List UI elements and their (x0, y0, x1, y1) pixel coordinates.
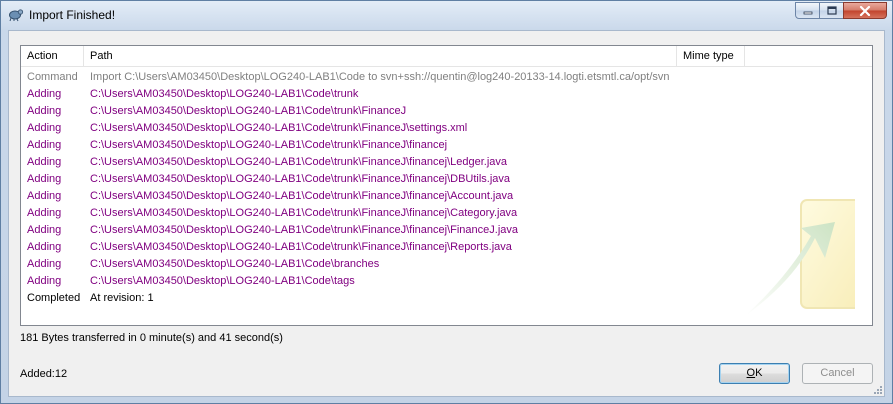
table-row[interactable]: Adding C:\Users\AM03450\Desktop\LOG240-L… (21, 137, 872, 154)
close-icon (859, 5, 871, 16)
table-row[interactable]: Completed At revision: 1 (21, 290, 872, 307)
ok-accelerator: O (746, 367, 756, 379)
row-path: At revision: 1 (90, 292, 154, 304)
row-action: Adding (27, 122, 62, 134)
title-bar[interactable]: Import Finished! (1, 1, 892, 28)
row-action: Adding (27, 224, 62, 236)
row-path: C:\Users\AM03450\Desktop\LOG240-LAB1\Cod… (90, 88, 359, 100)
row-action: Adding (27, 207, 62, 219)
row-action: Adding (27, 241, 62, 253)
row-path: C:\Users\AM03450\Desktop\LOG240-LAB1\Cod… (90, 156, 508, 168)
row-path: C:\Users\AM03450\Desktop\LOG240-LAB1\Cod… (90, 139, 448, 151)
list-rows: Command Import C:\Users\AM03450\Desktop\… (21, 69, 872, 307)
table-row[interactable]: Command Import C:\Users\AM03450\Desktop\… (21, 69, 872, 86)
caption-buttons (795, 2, 887, 20)
column-header-action[interactable]: Action (21, 46, 84, 66)
maximize-icon (826, 6, 837, 15)
resize-grip-icon[interactable] (873, 385, 883, 395)
row-action: Adding (27, 275, 62, 287)
table-row[interactable]: Adding C:\Users\AM03450\Desktop\LOG240-L… (21, 273, 872, 290)
column-header-path[interactable]: Path (84, 46, 677, 66)
minimize-icon (803, 11, 812, 14)
row-action: Adding (27, 173, 62, 185)
row-path: C:\Users\AM03450\Desktop\LOG240-LAB1\Cod… (90, 190, 514, 202)
added-count: Added:12 (20, 368, 68, 380)
minimize-button[interactable] (795, 2, 820, 19)
table-row[interactable]: Adding C:\Users\AM03450\Desktop\LOG240-L… (21, 222, 872, 239)
table-row[interactable]: Adding C:\Users\AM03450\Desktop\LOG240-L… (21, 171, 872, 188)
dialog-client-area: Action Path Mime type Command Import C:\… (8, 30, 885, 397)
dialog-window: Import Finished! Action Path Mime type C… (0, 0, 893, 404)
row-action: Adding (27, 139, 62, 151)
row-action: Completed (27, 292, 81, 304)
row-path: C:\Users\AM03450\Desktop\LOG240-LAB1\Cod… (90, 173, 511, 185)
ok-label: K (755, 367, 763, 379)
table-row[interactable]: Adding C:\Users\AM03450\Desktop\LOG240-L… (21, 239, 872, 256)
close-button[interactable] (843, 2, 887, 19)
table-row[interactable]: Adding C:\Users\AM03450\Desktop\LOG240-L… (21, 205, 872, 222)
table-row[interactable]: Adding C:\Users\AM03450\Desktop\LOG240-L… (21, 188, 872, 205)
row-action: Adding (27, 88, 62, 100)
action-list[interactable]: Action Path Mime type Command Import C:\… (20, 45, 873, 326)
table-row[interactable]: Adding C:\Users\AM03450\Desktop\LOG240-L… (21, 256, 872, 273)
list-header: Action Path Mime type (21, 46, 872, 67)
row-path: C:\Users\AM03450\Desktop\LOG240-LAB1\Cod… (90, 275, 355, 287)
row-action: Command (27, 71, 78, 83)
row-path: C:\Users\AM03450\Desktop\LOG240-LAB1\Cod… (90, 122, 468, 134)
row-action: Adding (27, 258, 62, 270)
row-path: C:\Users\AM03450\Desktop\LOG240-LAB1\Cod… (90, 258, 380, 270)
row-action: Adding (27, 190, 62, 202)
table-row[interactable]: Adding C:\Users\AM03450\Desktop\LOG240-L… (21, 103, 872, 120)
row-path: C:\Users\AM03450\Desktop\LOG240-LAB1\Cod… (90, 224, 518, 236)
maximize-button[interactable] (819, 2, 844, 19)
tortoisesvn-icon (9, 9, 24, 22)
ok-button[interactable]: OK (719, 363, 790, 384)
window-title: Import Finished! (29, 8, 116, 22)
row-path: C:\Users\AM03450\Desktop\LOG240-LAB1\Cod… (90, 241, 512, 253)
row-path: C:\Users\AM03450\Desktop\LOG240-LAB1\Cod… (90, 207, 518, 219)
table-row[interactable]: Adding C:\Users\AM03450\Desktop\LOG240-L… (21, 120, 872, 137)
column-header-mime-type[interactable]: Mime type (677, 46, 745, 66)
row-action: Adding (27, 105, 62, 117)
transfer-status: 181 Bytes transferred in 0 minute(s) and… (20, 332, 283, 344)
table-row[interactable]: Adding C:\Users\AM03450\Desktop\LOG240-L… (21, 154, 872, 171)
row-path: Import C:\Users\AM03450\Desktop\LOG240-L… (90, 71, 670, 83)
row-action: Adding (27, 156, 62, 168)
table-row[interactable]: Adding C:\Users\AM03450\Desktop\LOG240-L… (21, 86, 872, 103)
row-path: C:\Users\AM03450\Desktop\LOG240-LAB1\Cod… (90, 105, 407, 117)
cancel-button[interactable]: Cancel (802, 363, 873, 384)
